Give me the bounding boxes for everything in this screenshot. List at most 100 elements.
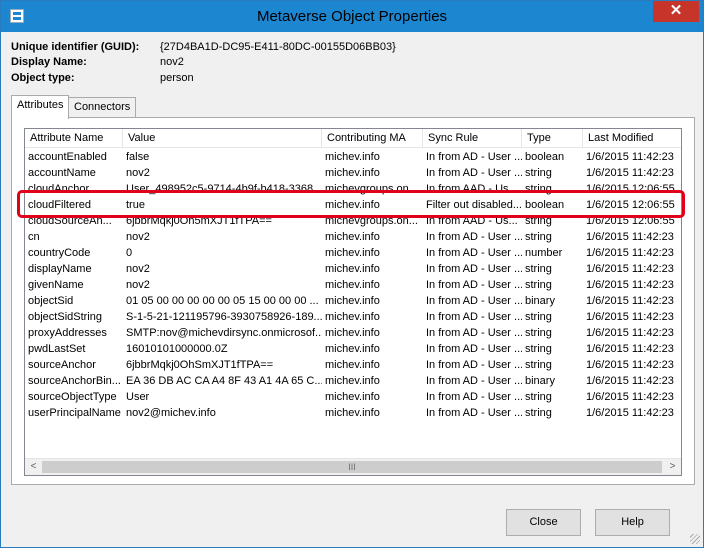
list-header: Attribute Name Value Contributing MA Sync R…	[25, 129, 681, 148]
cell-type: boolean	[525, 151, 565, 163]
cell-contributing-ma: michev.info	[325, 295, 380, 307]
tab-connectors[interactable]: Connectors	[68, 97, 137, 118]
cell-last-modified: 1/6/2015 11:42:23	[586, 167, 674, 179]
cell-value: 16010101000000.0Z	[126, 343, 228, 355]
help-button[interactable]: Help	[595, 509, 670, 536]
cell-value: 01 05 00 00 00 00 00 05 15 00 00 00 ...	[126, 295, 319, 307]
cell-contributing-ma: michev.info	[325, 263, 380, 275]
cell-type: binary	[525, 375, 555, 387]
cell-contributing-ma: michev.info	[325, 231, 380, 243]
cell-value: SMTP:nov@michevdirsync.onmicrosof...	[126, 327, 322, 339]
table-row[interactable]: proxyAddresses SMTP:nov@michevdirsync.onm…	[25, 325, 681, 341]
horizontal-scrollbar[interactable]: < III >	[25, 458, 681, 475]
cell-sync-rule: In from AD - User ...	[426, 311, 522, 323]
cell-type: binary	[525, 295, 555, 307]
table-row[interactable]: objectSidString S-1-5-21-121195796-393075…	[25, 309, 681, 325]
cell-last-modified: 1/6/2015 11:42:23	[586, 343, 674, 355]
cell-type: string	[525, 215, 552, 227]
close-window-icon[interactable]: ✕	[653, 1, 699, 22]
cell-contributing-ma: michev.info	[325, 311, 380, 323]
table-row[interactable]: accountName nov2 michev.info In from AD - U…	[25, 165, 681, 181]
column-header-type[interactable]: Type	[522, 129, 583, 148]
cell-attribute-name: sourceObjectType	[28, 391, 117, 403]
object-type-value: person	[160, 72, 194, 84]
cell-value: nov2	[126, 279, 150, 291]
cell-type: string	[525, 279, 552, 291]
tab-attributes[interactable]: Attributes	[11, 95, 70, 119]
cell-attribute-name: displayName	[28, 263, 92, 275]
cell-last-modified: 1/6/2015 11:42:23	[586, 391, 674, 403]
cell-sync-rule: In from AD - User ...	[426, 327, 522, 339]
table-row[interactable]: countryCode 0 michev.info In from AD - User…	[25, 245, 681, 261]
cell-sync-rule: In from AD - User ...	[426, 359, 522, 371]
column-header-sync-rule[interactable]: Sync Rule	[423, 129, 522, 148]
cell-value: false	[126, 151, 150, 163]
cell-type: boolean	[525, 199, 565, 211]
table-row[interactable]: sourceAnchor 6jbbrMqkj0OhSmXJT1fTPA== mich…	[25, 357, 681, 373]
cell-sync-rule: In from AD - User ...	[426, 295, 522, 307]
cell-last-modified: 1/6/2015 12:06:55	[586, 215, 675, 227]
cell-last-modified: 1/6/2015 11:42:23	[586, 263, 674, 275]
cell-attribute-name: cloudFiltered	[28, 199, 91, 211]
cell-sync-rule: In from AD - User ...	[426, 375, 522, 387]
cell-sync-rule: Filter out disabled...	[426, 199, 522, 211]
cell-sync-rule: In from AD - User ...	[426, 167, 522, 179]
table-row[interactable]: accountEnabled false michev.info In from AD…	[25, 149, 681, 165]
attributes-list[interactable]: Attribute Name Value Contributing MA Sync R…	[24, 128, 682, 476]
resize-grip-icon[interactable]	[690, 534, 700, 544]
cell-contributing-ma: michev.info	[325, 375, 380, 387]
cell-value: 6jbbrMqkj0OhSmXJT1fTPA==	[126, 359, 274, 371]
cell-contributing-ma: michev.info	[325, 343, 380, 355]
table-row[interactable]: objectSid 01 05 00 00 00 00 00 05 15 00 0…	[25, 293, 681, 309]
table-row[interactable]: cloudAnchor User_498952c5-9714-4b9f-b418-…	[25, 181, 681, 197]
cell-sync-rule: In from AD - User ...	[426, 151, 522, 163]
cell-type: number	[525, 247, 563, 259]
title-bar[interactable]: Metaverse Object Properties ✕	[1, 1, 703, 32]
cell-sync-rule: In from AD - User ...	[426, 407, 522, 419]
cell-last-modified: 1/6/2015 11:42:23	[586, 359, 674, 371]
scroll-right-icon[interactable]: >	[664, 459, 681, 475]
cell-sync-rule: In from AAD - Us...	[426, 215, 518, 227]
cell-value: nov2	[126, 231, 150, 243]
column-header-last-modified[interactable]: Last Modified	[583, 129, 681, 148]
cell-attribute-name: objectSid	[28, 295, 74, 307]
cell-last-modified: 1/6/2015 11:42:23	[586, 151, 674, 163]
cell-attribute-name: cloudSourceAn...	[28, 215, 112, 227]
cell-value: 6jbbrMqkj0Oh5mXJT1fTPA==	[126, 215, 272, 227]
display-name-value: nov2	[160, 56, 184, 68]
table-row[interactable]: sourceAnchorBin... EA 36 DB AC CA A4 8F 4…	[25, 373, 681, 389]
table-row[interactable]: cn nov2 michev.info In from AD - User ... st…	[25, 229, 681, 245]
cell-attribute-name: sourceAnchor	[28, 359, 96, 371]
cell-value: EA 36 DB AC CA A4 8F 43 A1 4A 65 C...	[126, 375, 322, 387]
cell-value: nov2@michev.info	[126, 407, 216, 419]
cell-type: string	[525, 183, 552, 195]
scroll-left-icon[interactable]: <	[25, 459, 42, 475]
table-row[interactable]: pwdLastSet 16010101000000.0Z michev.info In…	[25, 341, 681, 357]
table-row[interactable]: cloudSourceAn... 6jbbrMqkj0Oh5mXJT1fTPA==…	[25, 213, 681, 229]
cell-contributing-ma: michevgroups.on...	[325, 183, 418, 195]
cell-value: User	[126, 391, 150, 403]
guid-label: Unique identifier (GUID):	[11, 41, 140, 53]
cell-type: string	[525, 327, 552, 339]
cell-attribute-name: countryCode	[28, 247, 91, 259]
cell-type: string	[525, 311, 552, 323]
table-row[interactable]: cloudFiltered true michev.info Filter out d…	[25, 197, 681, 213]
table-row[interactable]: userPrincipalName nov2@michev.info michev.…	[25, 405, 681, 421]
cell-contributing-ma: michev.info	[325, 151, 380, 163]
close-button[interactable]: Close	[506, 509, 581, 536]
cell-contributing-ma: michev.info	[325, 167, 380, 179]
table-row[interactable]: sourceObjectType User michev.info In from A…	[25, 389, 681, 405]
cell-last-modified: 1/6/2015 11:42:23	[586, 407, 674, 419]
cell-attribute-name: proxyAddresses	[28, 327, 107, 339]
table-row[interactable]: displayName nov2 michev.info In from AD - U…	[25, 261, 681, 277]
scroll-thumb[interactable]: III	[42, 461, 662, 473]
column-header-contributing-ma[interactable]: Contributing MA	[322, 129, 423, 148]
table-row[interactable]: givenName nov2 michev.info In from AD - Use…	[25, 277, 681, 293]
cell-sync-rule: In from AD - User ...	[426, 343, 522, 355]
window-title: Metaverse Object Properties	[256, 8, 448, 25]
column-header-attribute-name[interactable]: Attribute Name	[25, 129, 123, 148]
column-header-value[interactable]: Value	[123, 129, 322, 148]
cell-attribute-name: pwdLastSet	[28, 343, 86, 355]
cell-contributing-ma: michev.info	[325, 327, 380, 339]
cell-contributing-ma: michev.info	[325, 199, 380, 211]
